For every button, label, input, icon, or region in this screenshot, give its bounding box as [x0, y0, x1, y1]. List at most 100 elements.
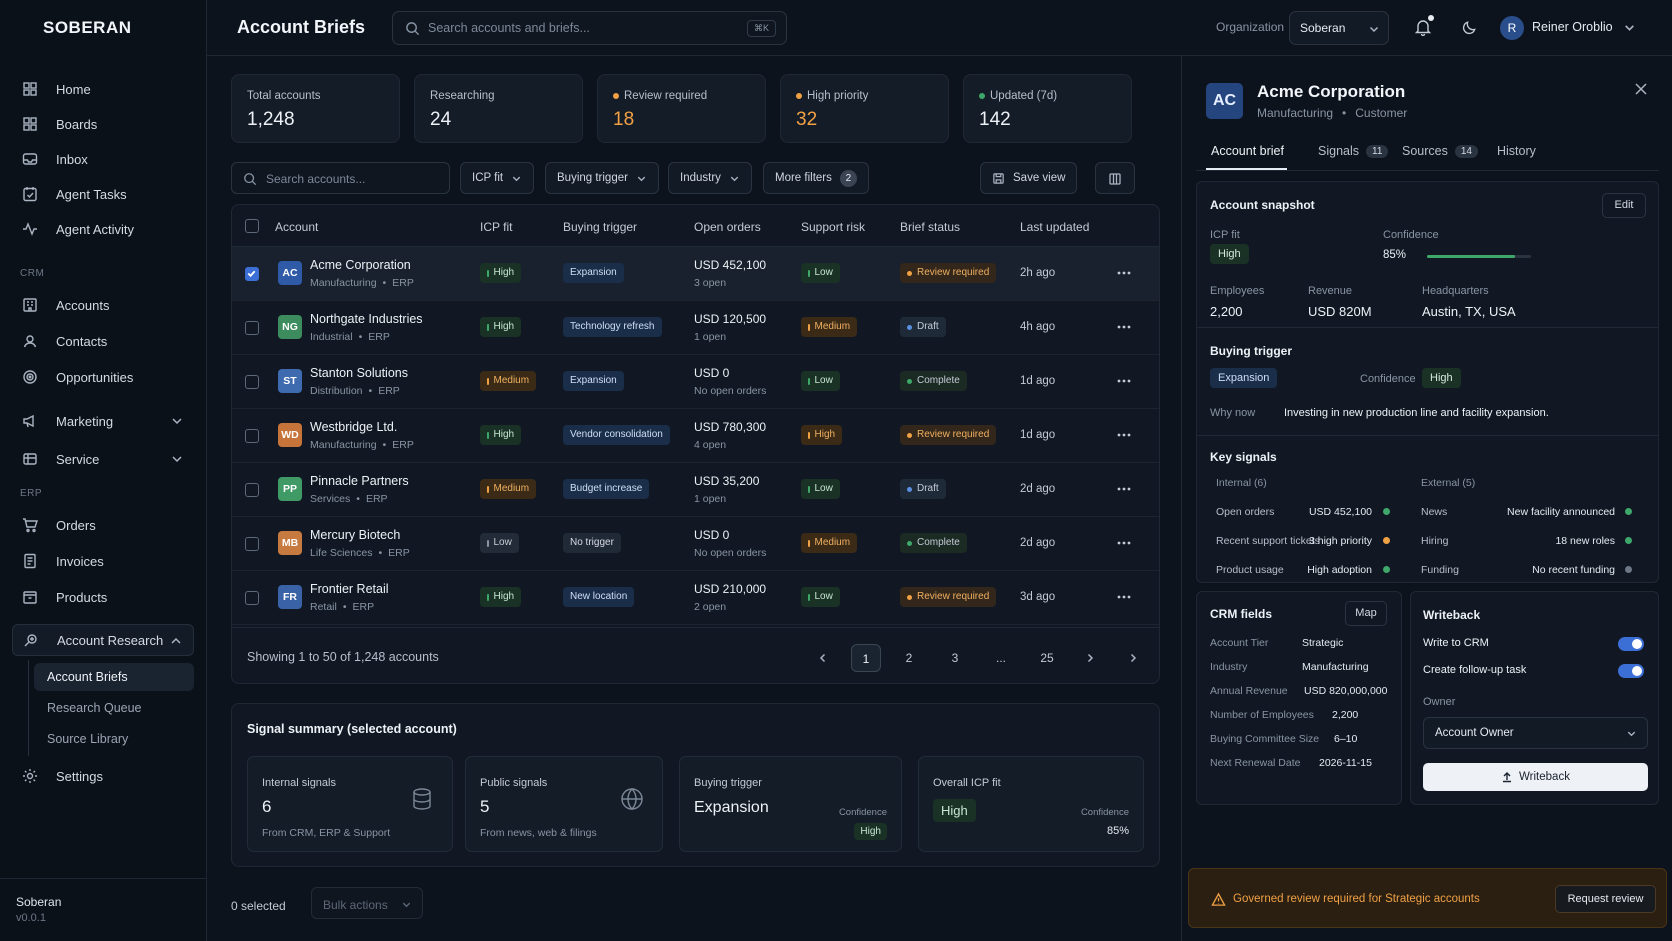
col-buying-trigger[interactable]: Buying trigger	[563, 220, 637, 234]
row-checkbox[interactable]	[245, 591, 259, 605]
row-checkbox[interactable]	[245, 321, 259, 335]
chevron-down-icon[interactable]	[1623, 21, 1636, 34]
row-checkbox[interactable]	[245, 483, 259, 497]
more-icon[interactable]	[1116, 322, 1132, 332]
tab-account-brief[interactable]: Account brief	[1211, 144, 1284, 158]
columns-button[interactable]	[1095, 162, 1135, 194]
row-checkbox[interactable]	[245, 537, 259, 551]
nav-home[interactable]: Home	[12, 73, 194, 105]
col-icp-fit[interactable]: ICP fit	[480, 220, 512, 234]
nav-settings[interactable]: Settings	[12, 760, 194, 792]
nav-agent-tasks[interactable]: Agent Tasks	[12, 178, 194, 210]
account-badge: AC	[278, 261, 302, 285]
row-checkbox[interactable]	[245, 267, 259, 281]
account-system: ERP	[352, 601, 375, 613]
page-2-button[interactable]: 2	[894, 644, 924, 672]
industry-filter[interactable]: Industry	[668, 162, 752, 194]
signal-value: No recent funding	[1532, 564, 1615, 576]
account-name[interactable]: Northgate Industries	[310, 312, 423, 326]
nav-boards[interactable]: Boards	[12, 108, 194, 140]
select-all-checkbox[interactable]	[245, 219, 259, 233]
nav-inbox[interactable]: Inbox	[12, 143, 194, 175]
subnav-account-briefs[interactable]: Account Briefs	[34, 663, 194, 691]
map-button[interactable]: Map	[1345, 601, 1387, 626]
avatar[interactable]: R	[1500, 16, 1524, 40]
write-crm-toggle[interactable]	[1618, 637, 1644, 651]
table-row[interactable]: ST Stanton Solutions Distribution • ERP Me…	[232, 355, 1159, 409]
subnav-line	[28, 660, 29, 756]
tab-history[interactable]: History	[1497, 144, 1536, 158]
col-last-updated[interactable]: Last updated	[1020, 220, 1089, 234]
save-view-button[interactable]: Save view	[980, 162, 1078, 194]
nav-orders[interactable]: Orders	[12, 509, 194, 541]
page-25-button[interactable]: 25	[1032, 644, 1062, 672]
subnav-source-library[interactable]: Source Library	[34, 725, 194, 753]
user-name[interactable]: Reiner Oroblio	[1532, 20, 1613, 34]
account-industry: Services	[310, 493, 351, 505]
col-support-risk[interactable]: Support risk	[801, 220, 865, 234]
nav-invoices[interactable]: Invoices	[12, 545, 194, 577]
close-icon[interactable]	[1634, 82, 1648, 96]
table-row[interactable]: AC Acme Corporation Manufacturing • ERP Hi…	[232, 247, 1159, 301]
col-brief-status[interactable]: Brief status	[900, 220, 960, 234]
account-search-input[interactable]: Search accounts...	[231, 162, 450, 194]
account-name[interactable]: Pinnacle Partners	[310, 474, 409, 488]
org-select[interactable]: Soberan	[1289, 11, 1389, 45]
page-3-button[interactable]: 3	[940, 644, 970, 672]
account-name[interactable]: Westbridge Ltd.	[310, 420, 397, 434]
nav-service[interactable]: Service	[12, 443, 194, 475]
nav-products[interactable]: Products	[12, 581, 194, 613]
account-name[interactable]: Mercury Biotech	[310, 528, 400, 542]
icp-fit-filter[interactable]: ICP fit	[460, 162, 535, 194]
page-1-button[interactable]: 1	[851, 644, 881, 672]
more-icon[interactable]	[1116, 484, 1132, 494]
nav-contacts[interactable]: Contacts	[12, 325, 194, 357]
risk-value: Low	[814, 375, 833, 386]
table-row[interactable]: PP Pinnacle Partners Services • ERP Medium…	[232, 463, 1159, 517]
buying-trigger-filter[interactable]: Buying trigger	[545, 162, 659, 194]
follow-up-toggle[interactable]	[1618, 664, 1644, 678]
nav-agent-activity[interactable]: Agent Activity	[12, 213, 194, 245]
risk-value: Low	[814, 591, 833, 602]
gear-icon	[23, 769, 37, 783]
writeback-button[interactable]: Writeback	[1423, 763, 1648, 791]
signal-value: USD 452,100	[1308, 506, 1372, 518]
last-page-button[interactable]	[1118, 644, 1148, 672]
notifications-button[interactable]	[1414, 15, 1434, 36]
table-row[interactable]: NG Northgate Industries Industrial • ERP H…	[232, 301, 1159, 355]
row-checkbox[interactable]	[245, 375, 259, 389]
moon-icon[interactable]	[1461, 19, 1478, 36]
edit-button[interactable]: Edit	[1602, 193, 1646, 218]
table-row[interactable]: MB Mercury Biotech Life Sciences • ERP Low…	[232, 517, 1159, 571]
nav-account-research[interactable]: Account Research	[12, 624, 194, 656]
account-name[interactable]: Acme Corporation	[310, 258, 411, 272]
global-search-input[interactable]: Search accounts and briefs... ⌘K	[392, 11, 787, 45]
table-row[interactable]: WD Westbridge Ltd. Manufacturing • ERP Hig…	[232, 409, 1159, 463]
more-icon[interactable]	[1116, 376, 1132, 386]
more-icon[interactable]	[1116, 538, 1132, 548]
next-page-button[interactable]	[1075, 644, 1105, 672]
more-icon[interactable]	[1116, 430, 1132, 440]
table-row[interactable]: FR Frontier Retail Retail • ERP High New l…	[232, 571, 1159, 625]
external-signals-label: External (5)	[1421, 477, 1476, 489]
more-icon[interactable]	[1116, 592, 1132, 602]
row-checkbox[interactable]	[245, 429, 259, 443]
request-review-button[interactable]: Request review	[1555, 885, 1656, 913]
more-icon[interactable]	[1116, 268, 1132, 278]
prev-page-button[interactable]	[808, 644, 838, 672]
icp-value: Medium	[493, 483, 530, 494]
col-account[interactable]: Account	[275, 220, 318, 234]
col-open-orders[interactable]: Open orders	[694, 220, 761, 234]
account-name[interactable]: Stanton Solutions	[310, 366, 408, 380]
tab-sources[interactable]: Sources 14	[1402, 144, 1478, 158]
subnav-research-queue[interactable]: Research Queue	[34, 694, 194, 722]
owner-select[interactable]: Account Owner	[1423, 717, 1648, 749]
nav-accounts[interactable]: Accounts	[12, 289, 194, 321]
tab-signals[interactable]: Signals 11	[1318, 144, 1389, 158]
signal-dot	[1625, 508, 1632, 515]
nav-marketing[interactable]: Marketing	[12, 405, 194, 437]
more-filters-button[interactable]: More filters 2	[763, 162, 869, 194]
account-name[interactable]: Frontier Retail	[310, 582, 389, 596]
nav-opportunities[interactable]: Opportunities	[12, 361, 194, 393]
bulk-actions-select[interactable]: Bulk actions	[311, 887, 423, 919]
